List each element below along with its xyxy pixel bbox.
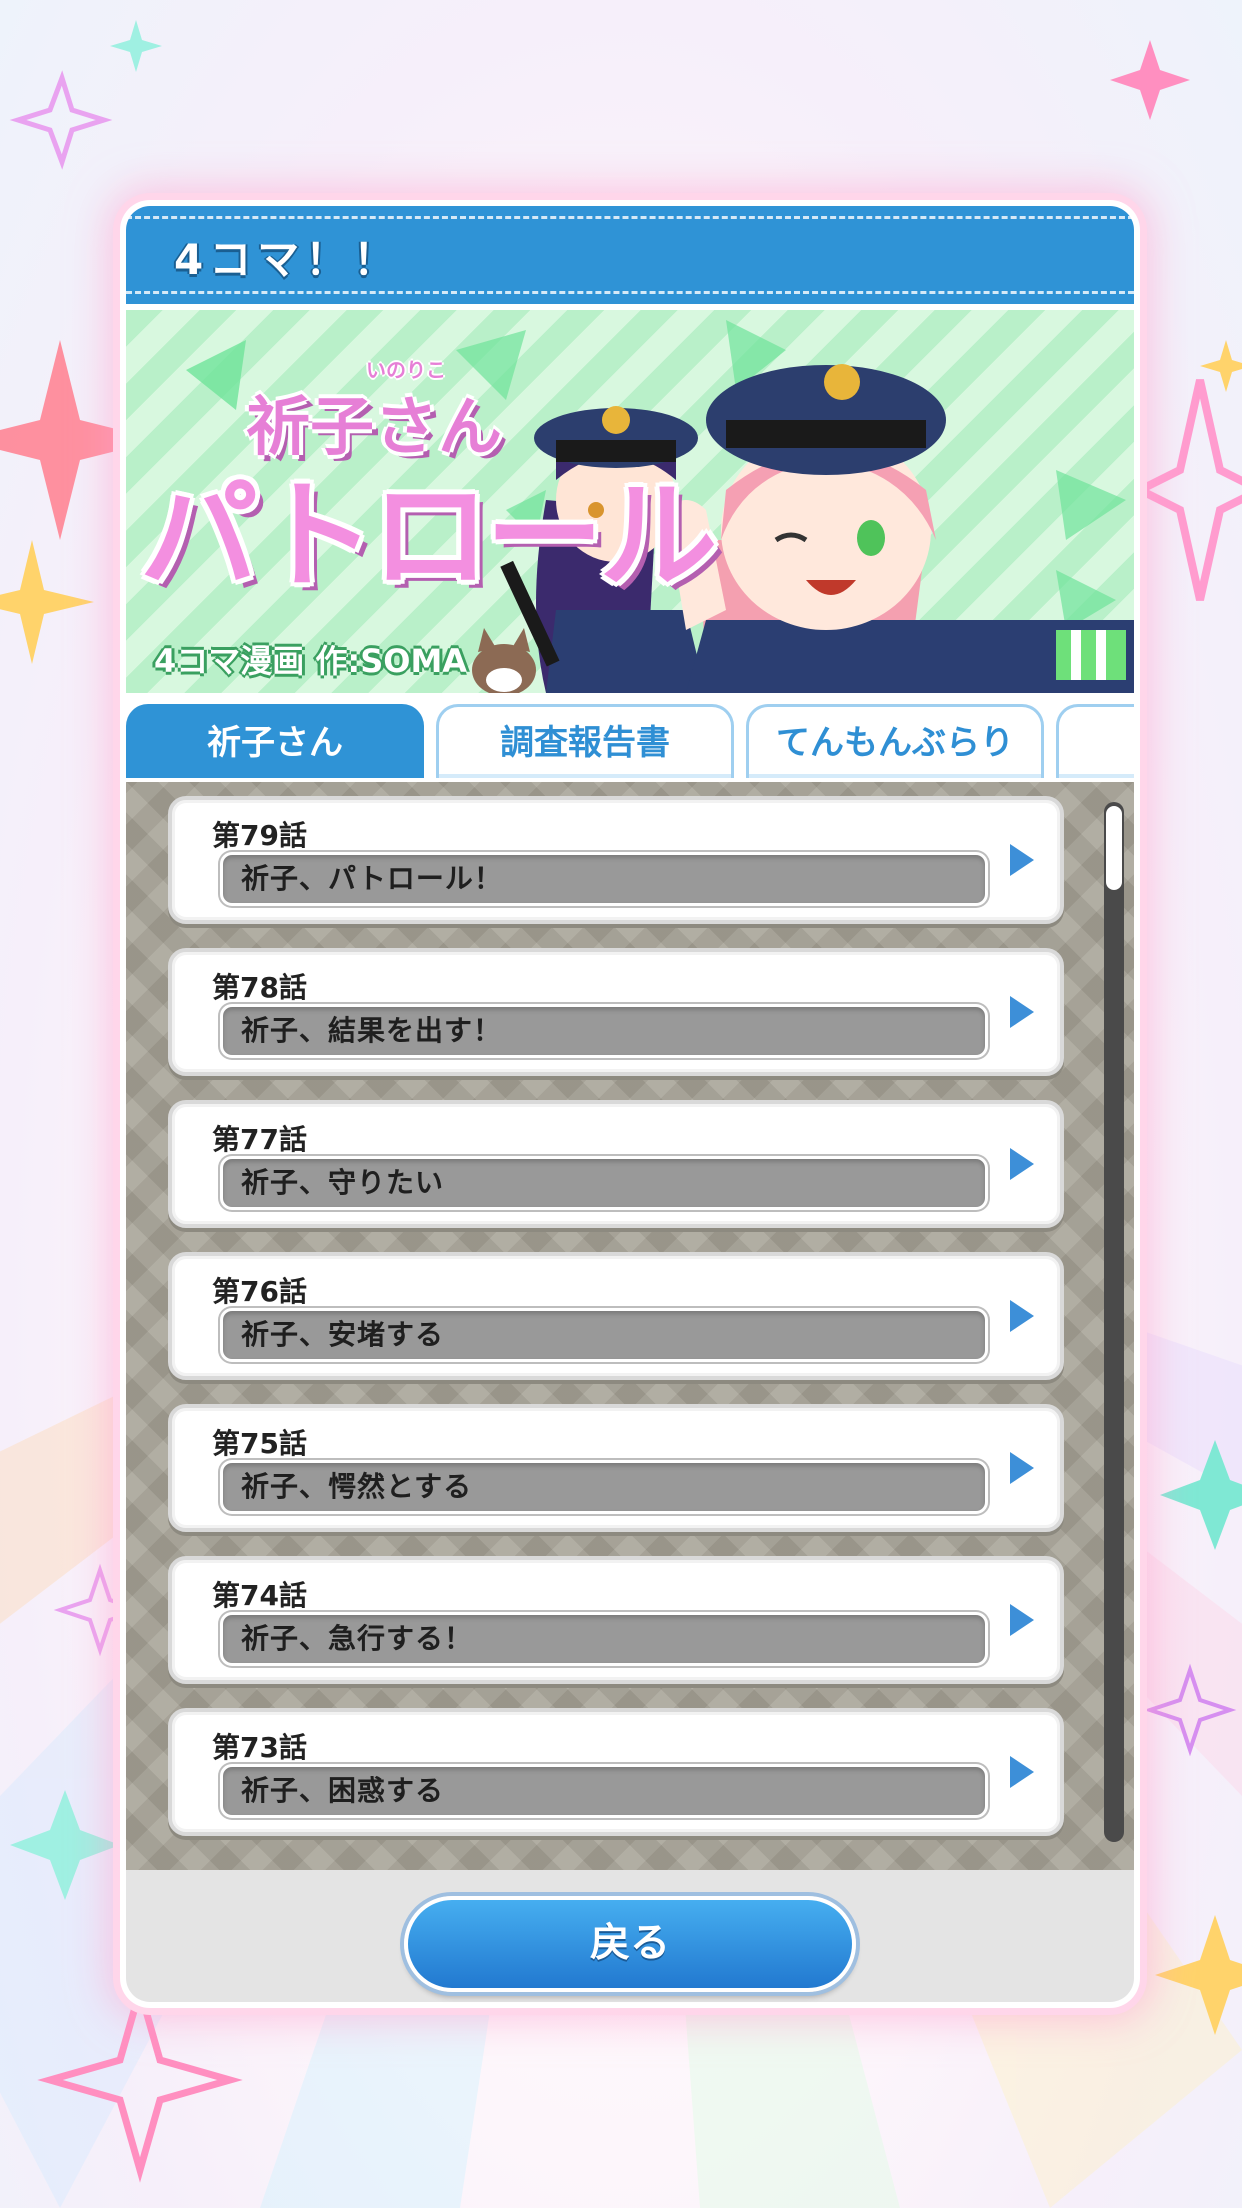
title-bar-stitch-bottom xyxy=(126,291,1134,294)
play-triangle-icon xyxy=(1010,1300,1034,1332)
episode-item-79[interactable]: 第79話 祈子、パトロール！ xyxy=(168,796,1064,924)
episode-number: 第78話 xyxy=(212,971,307,1004)
episode-item-74[interactable]: 第74話 祈子、急行する！ xyxy=(168,1556,1064,1684)
scrollbar-thumb[interactable] xyxy=(1106,806,1122,890)
episode-item-77[interactable]: 第77話 祈子、守りたい xyxy=(168,1100,1064,1228)
episode-title: 祈子、急行する！ xyxy=(220,1612,988,1666)
episode-list[interactable]: 第79話 祈子、パトロール！ 第78話 祈子、結果を出す！ 第77話 祈子、守り… xyxy=(126,782,1134,1870)
episode-title: 祈子、結果を出す！ xyxy=(220,1004,988,1058)
author-credit: 4コマ漫画 作:SOMA xyxy=(154,642,468,680)
play-triangle-icon xyxy=(1010,1452,1034,1484)
cat-illustration xyxy=(472,628,536,693)
title-bar-stitch-top xyxy=(126,216,1134,219)
play-triangle-icon xyxy=(1010,996,1034,1028)
episode-number: 第76話 xyxy=(212,1275,307,1308)
series-banner: いのりこ 祈子さん パトロール 4コマ漫画 作:SOMA xyxy=(126,310,1134,693)
comic-dialog: 4コマ！！ いのりこ 祈子さん パトロール 4コマ漫画 作:SOMA 祈子さん … xyxy=(120,200,1140,2008)
episode-number: 第73話 xyxy=(212,1731,307,1764)
play-triangle-icon xyxy=(1010,1148,1034,1180)
play-triangle-icon xyxy=(1010,1756,1034,1788)
episode-title: 祈子、困惑する xyxy=(220,1764,988,1818)
episode-title: 祈子、安堵する xyxy=(220,1308,988,1362)
scrollbar[interactable] xyxy=(1104,802,1124,1842)
dialog-title: 4コマ！！ xyxy=(174,235,402,284)
episode-number: 第79話 xyxy=(212,819,307,852)
officer-right-illustration xyxy=(666,364,1134,693)
episode-title: 祈子、パトロール！ xyxy=(220,852,988,906)
tab-tenmon-burari[interactable]: てんもんぶらり xyxy=(746,704,1044,778)
episode-item-73[interactable]: 第73話 祈子、困惑する xyxy=(168,1708,1064,1836)
episode-item-75[interactable]: 第75話 祈子、愕然とする xyxy=(168,1404,1064,1532)
tab-investigation-report[interactable]: 調査報告書 xyxy=(436,704,734,778)
dialog-footer: 戻る xyxy=(126,1870,1134,2002)
play-triangle-icon xyxy=(1010,844,1034,876)
category-tabs: 祈子さん 調査報告書 てんもんぶらり わ xyxy=(126,694,1134,782)
episode-title: 祈子、愕然とする xyxy=(220,1460,988,1514)
episode-item-76[interactable]: 第76話 祈子、安堵する xyxy=(168,1252,1064,1380)
tab-next-partial[interactable]: わ xyxy=(1056,704,1134,778)
episode-number: 第75話 xyxy=(212,1427,307,1460)
back-button[interactable]: 戻る xyxy=(404,1896,856,1992)
series-logo: パトロール xyxy=(140,467,718,605)
episode-title: 祈子、守りたい xyxy=(220,1156,988,1210)
episode-number: 第74話 xyxy=(212,1579,307,1612)
episode-item-78[interactable]: 第78話 祈子、結果を出す！ xyxy=(168,948,1064,1076)
play-triangle-icon xyxy=(1010,1604,1034,1636)
tab-inoriko-san[interactable]: 祈子さん xyxy=(126,704,424,778)
episode-number: 第77話 xyxy=(212,1123,307,1156)
title-bar: 4コマ！！ xyxy=(126,206,1134,304)
